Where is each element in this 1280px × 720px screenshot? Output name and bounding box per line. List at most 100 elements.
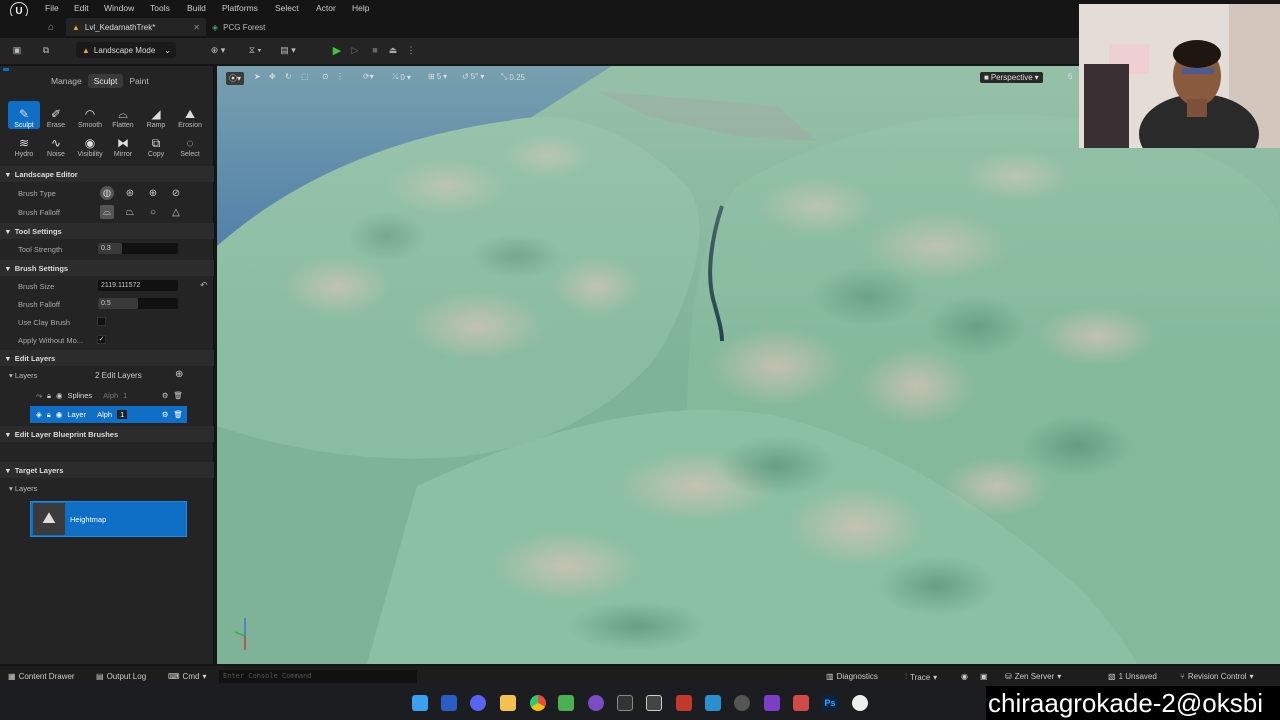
- app-icon-green[interactable]: [558, 695, 574, 711]
- layers-header[interactable]: ▾ Layers: [9, 371, 37, 380]
- perspective-dropdown[interactable]: ■ Perspective ▾: [980, 72, 1043, 83]
- tool-hydro[interactable]: ≋ Hydro: [8, 130, 40, 158]
- add-actor-button[interactable]: ⊕ ▾: [200, 42, 236, 58]
- tool-select[interactable]: ◌ Select: [174, 130, 206, 158]
- output-log-button[interactable]: ▤ Output Log: [96, 672, 146, 681]
- select-tool-icon[interactable]: ➤: [254, 72, 261, 81]
- app-icon-red[interactable]: [676, 695, 692, 711]
- coord-system-icon[interactable]: ⊙: [322, 72, 329, 81]
- tool-visibility[interactable]: ◉ Visibility: [74, 130, 106, 158]
- scale-tool-icon[interactable]: ⬚: [301, 72, 309, 81]
- save-icon[interactable]: ▣: [10, 42, 24, 58]
- apply-without-checkbox[interactable]: ✓: [97, 335, 106, 344]
- brush-falloff-slider[interactable]: 0.5: [98, 298, 178, 309]
- snap-scale-button[interactable]: ⤡ 0.25: [501, 72, 525, 82]
- app-icon-purple[interactable]: [588, 695, 604, 711]
- unreal-taskbar-icon[interactable]: [852, 695, 868, 711]
- brush-size-field[interactable]: 2119.111572: [98, 280, 178, 291]
- translate-tool-icon[interactable]: ✥: [269, 72, 276, 81]
- snap-rotation-button[interactable]: ↺ 5° ▾: [462, 72, 484, 81]
- terminal-app-icon[interactable]: [617, 695, 633, 711]
- tool-ramp[interactable]: ◢ Ramp: [140, 101, 172, 129]
- tool-erase[interactable]: ✐ Erase: [40, 101, 72, 129]
- tab-level[interactable]: ▲ Lvl_KedarnathTrek* ✕: [66, 18, 206, 36]
- alpha-brush-icon[interactable]: ⊛: [123, 186, 137, 200]
- tool-erosion[interactable]: ⛰ Erosion: [174, 101, 206, 129]
- target-layer-heightmap[interactable]: ⛰ Heightmap: [30, 501, 187, 537]
- console-input[interactable]: Enter Console Command: [219, 670, 417, 683]
- screenshot-icon[interactable]: ▣: [980, 672, 988, 681]
- menu-window[interactable]: Window: [104, 3, 134, 13]
- settings-gear-icon[interactable]: ⚙: [162, 391, 169, 400]
- trace-dropdown[interactable]: ⫶ Trace ▾: [905, 672, 937, 682]
- step-icon[interactable]: ▷: [348, 42, 362, 58]
- snap-location-button[interactable]: ⤯ 0 ▾: [392, 72, 411, 82]
- visibility-eye-icon[interactable]: ◉: [56, 391, 63, 400]
- app-icon-blue[interactable]: [705, 695, 721, 711]
- tool-strength-slider[interactable]: 0.3: [98, 243, 178, 254]
- visual-studio-icon[interactable]: [764, 695, 780, 711]
- tool-copy[interactable]: ⧉ Copy: [140, 130, 172, 158]
- visibility-eye-icon[interactable]: ◉: [56, 410, 63, 419]
- tool-sculpt[interactable]: ✎ Sculpt: [8, 101, 40, 129]
- reset-icon[interactable]: ↶: [200, 280, 208, 291]
- tool-noise[interactable]: ∿ Noise: [40, 130, 72, 158]
- delete-trash-icon[interactable]: 🗑︎: [173, 410, 183, 419]
- snap-grid-button[interactable]: ⊞ 5 ▾: [428, 72, 447, 81]
- alpha-value[interactable]: 1: [117, 410, 128, 419]
- use-clay-checkbox[interactable]: [97, 317, 106, 326]
- tab-sculpt[interactable]: Sculpt: [87, 74, 124, 88]
- section-edit-layer-bp-brushes[interactable]: ▾ Edit Layer Blueprint Brushes: [0, 426, 214, 442]
- alpha-value[interactable]: 1: [123, 391, 127, 400]
- edit-layer-row-layer[interactable]: ◈ 🔒︎ ◉ Layer Alph 1 ⚙ 🗑︎: [30, 406, 187, 423]
- more-options-icon[interactable]: ⋮: [404, 42, 418, 58]
- rotate-tool-icon[interactable]: ↻: [285, 72, 292, 81]
- mode-dropdown[interactable]: ▲ Landscape Mode ⌄: [76, 42, 176, 58]
- tool-smooth[interactable]: ◠ Smooth: [74, 101, 106, 129]
- section-tool-settings[interactable]: ▾ Tool Settings: [0, 223, 214, 239]
- viewport-options-button[interactable]: ⦿▾: [226, 72, 245, 85]
- app-icon-red-2[interactable]: [793, 695, 809, 711]
- cmd-dropdown[interactable]: ⌨ Cmd ▾: [168, 672, 206, 681]
- tab-pcg[interactable]: ◈ PCG Forest: [212, 18, 265, 36]
- viewport-extra-value[interactable]: 6: [1068, 72, 1072, 81]
- menu-tools[interactable]: Tools: [150, 3, 170, 13]
- file-explorer-icon[interactable]: [500, 695, 516, 711]
- menu-actor[interactable]: Actor: [316, 3, 336, 13]
- tab-paint[interactable]: Paint: [123, 74, 154, 88]
- menu-file[interactable]: File: [45, 3, 59, 13]
- spherical-falloff-icon[interactable]: ○: [146, 205, 160, 219]
- section-target-layers[interactable]: ▾ Target Layers: [0, 462, 214, 478]
- outlook-icon[interactable]: [441, 695, 457, 711]
- chrome-icon[interactable]: [530, 695, 546, 711]
- app-icon-grey[interactable]: [734, 695, 750, 711]
- viewport-more-icon[interactable]: ⋮: [336, 72, 344, 81]
- home-icon[interactable]: ⌂: [48, 18, 54, 36]
- browse-icon[interactable]: ⧉: [38, 42, 54, 58]
- eject-icon[interactable]: ⏏: [386, 42, 400, 58]
- play-icon[interactable]: ▶: [330, 42, 344, 58]
- revision-control-button[interactable]: ⑂ Revision Control ▾: [1180, 672, 1254, 681]
- record-icon[interactable]: ◉: [961, 672, 968, 681]
- cinematics-button[interactable]: ▤ ▾: [274, 42, 302, 58]
- unsaved-button[interactable]: ▧ 1 Unsaved: [1108, 672, 1157, 681]
- delete-trash-icon[interactable]: 🗑︎: [173, 391, 183, 400]
- edit-layer-row-splines[interactable]: ⤳ 🔒︎ ◉ Splines Alph 1 ⚙ 🗑︎: [30, 387, 187, 404]
- menu-select[interactable]: Select: [275, 3, 299, 13]
- section-edit-layers[interactable]: ▾ Edit Layers: [0, 350, 214, 366]
- surface-snap-button[interactable]: ⟳▾: [363, 72, 374, 81]
- lock-icon[interactable]: 🔒︎: [47, 391, 51, 401]
- tool-flatten[interactable]: ⌓ Flatten: [107, 101, 139, 129]
- pattern-brush-icon[interactable]: ⊕: [146, 186, 160, 200]
- stop-icon[interactable]: ■: [368, 42, 382, 58]
- component-brush-icon[interactable]: ⊘: [169, 186, 183, 200]
- add-layer-icon[interactable]: ⊕: [175, 369, 183, 380]
- settings-gear-icon[interactable]: ⚙: [162, 410, 169, 419]
- linear-falloff-icon[interactable]: ⏢: [123, 205, 137, 219]
- menu-build[interactable]: Build: [187, 3, 206, 13]
- target-layers-header[interactable]: ▾ Layers: [9, 484, 37, 493]
- content-drawer-button[interactable]: ▦ Content Drawer: [8, 672, 75, 681]
- photoshop-icon[interactable]: Ps: [822, 695, 838, 711]
- close-tab-icon[interactable]: ✕: [193, 23, 200, 32]
- windows-start-icon[interactable]: [412, 695, 428, 711]
